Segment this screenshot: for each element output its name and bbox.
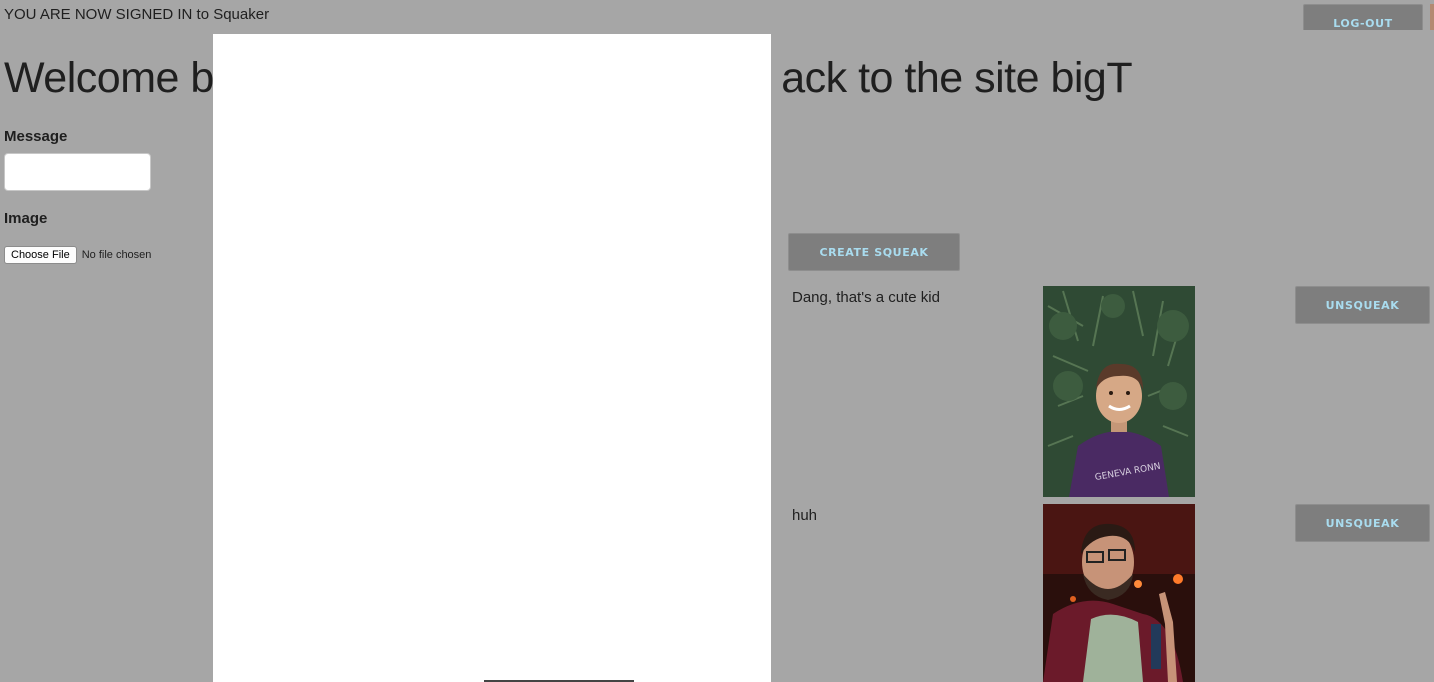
man-photo (1043, 504, 1195, 682)
create-squeak-button[interactable]: CREATE SQUEAK (788, 233, 960, 271)
corner-decoration (1430, 4, 1434, 30)
post-text: Dang, that's a cute kid (792, 289, 940, 306)
unsqueak-button[interactable]: UNSQUEAK (1295, 504, 1430, 542)
image-label: Image (4, 210, 48, 227)
unsqueak-button[interactable]: UNSQUEAK (1295, 286, 1430, 324)
file-picker: Choose File No file chosen (4, 246, 151, 264)
boy-photo: GENEVA RONN (1043, 286, 1195, 497)
post-text: huh (792, 507, 818, 524)
choose-file-button[interactable]: Choose File (4, 246, 77, 264)
overlay-panel (213, 34, 771, 682)
welcome-heading-right: ack to the site bigT (781, 54, 1133, 102)
message-label: Message (4, 128, 68, 145)
welcome-heading-left: Welcome ba (4, 54, 238, 102)
signed-in-status: YOU ARE NOW SIGNED IN to Squaker (4, 6, 270, 23)
message-input[interactable] (4, 153, 151, 191)
logout-button[interactable]: LOG-OUT (1303, 4, 1423, 30)
file-status: No file chosen (81, 249, 152, 261)
